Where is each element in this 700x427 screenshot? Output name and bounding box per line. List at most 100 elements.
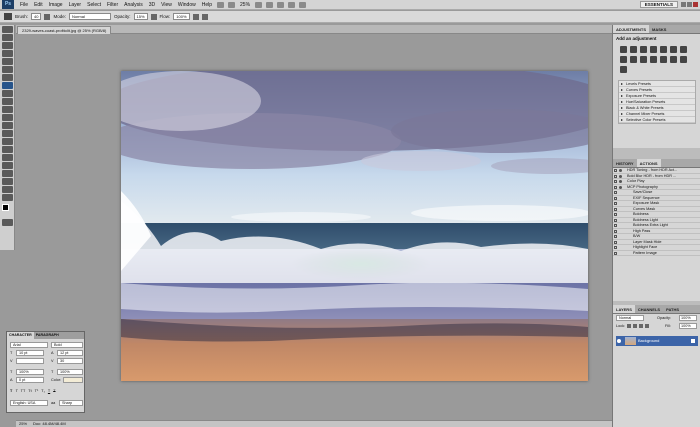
language-select[interactable]: English: USA (10, 400, 48, 406)
brush-size-picker[interactable]: 40 (31, 13, 42, 20)
baseline-shift-field[interactable]: 0 pt (16, 377, 44, 383)
layer-background[interactable]: Background (616, 336, 698, 346)
zoom-tool-icon[interactable] (266, 1, 274, 8)
blend-mode-select[interactable]: Normal (616, 315, 644, 321)
brush-tool-icon[interactable] (4, 13, 12, 20)
menu-select[interactable]: Select (84, 0, 104, 10)
crop-tool-icon[interactable] (1, 58, 13, 65)
marquee-tool-icon[interactable] (1, 34, 13, 41)
curves-icon[interactable] (640, 46, 647, 53)
kerning-field[interactable] (16, 358, 44, 364)
subscript-button[interactable]: T₁ (41, 389, 45, 393)
leading-field[interactable]: 12 pt (57, 350, 83, 356)
eraser-tool-icon[interactable] (1, 106, 13, 113)
screen-mode-icon[interactable] (299, 1, 307, 8)
status-zoom[interactable]: 25% (19, 421, 27, 427)
vertical-scale-field[interactable]: 100% (16, 369, 44, 375)
small-caps-button[interactable]: Tt (28, 389, 31, 393)
clone-stamp-tool-icon[interactable] (1, 90, 13, 97)
tab-channels[interactable]: CHANNELS (635, 305, 663, 313)
superscript-button[interactable]: T¹ (35, 389, 39, 393)
preset-selective-color[interactable]: Selective Color Presets (619, 117, 695, 123)
photo-filter-icon[interactable] (630, 56, 637, 63)
eye-icon[interactable] (617, 339, 621, 343)
menu-window[interactable]: Window (175, 0, 199, 10)
lock-all-icon[interactable] (645, 324, 649, 328)
tab-layers[interactable]: LAYERS (613, 305, 635, 313)
close-icon[interactable] (693, 2, 698, 7)
vibrance-icon[interactable] (660, 46, 667, 53)
selective-color-icon[interactable] (620, 66, 627, 73)
hand-tool-icon[interactable] (255, 1, 263, 8)
horizontal-scale-field[interactable]: 100% (57, 369, 83, 375)
font-size-field[interactable]: 10 pt (16, 350, 44, 356)
document-tab[interactable]: 2329-waves-coast-profitolit.jpg @ 25% (R… (17, 26, 112, 34)
brush-panel-icon[interactable] (44, 13, 51, 20)
threshold-icon[interactable] (670, 56, 677, 63)
opacity-field[interactable]: 15% (133, 13, 148, 20)
tab-adjustments[interactable]: ADJUSTMENTS (613, 25, 650, 33)
workspace-switcher[interactable]: ESSENTIALS (639, 1, 678, 8)
tab-paragraph[interactable]: PARAGRAPH (34, 332, 61, 339)
tab-history[interactable]: HISTORY (613, 159, 637, 167)
menu-filter[interactable]: Filter (104, 0, 121, 10)
invert-icon[interactable] (650, 56, 657, 63)
layer-opacity-field[interactable]: 100% (679, 315, 697, 321)
mode-select[interactable]: Normal (68, 13, 111, 20)
hand-tool-icon[interactable] (1, 186, 13, 193)
zoom-tool-icon[interactable] (1, 194, 13, 201)
exposure-icon[interactable] (650, 46, 657, 53)
text-color-swatch[interactable] (63, 377, 83, 383)
lasso-tool-icon[interactable] (1, 42, 13, 49)
zoom-level-menu[interactable]: 25% (237, 0, 253, 10)
color-balance-icon[interactable] (680, 46, 687, 53)
gradient-map-icon[interactable] (680, 56, 687, 63)
pen-tool-icon[interactable] (1, 138, 13, 145)
quick-select-tool-icon[interactable] (1, 50, 13, 57)
airbrush-icon[interactable] (192, 13, 199, 20)
rotate-view-icon[interactable] (277, 1, 285, 8)
bridge-icon[interactable] (217, 1, 225, 8)
menu-view[interactable]: View (158, 0, 175, 10)
tab-character[interactable]: CHARACTER (7, 332, 34, 339)
quick-mask-icon[interactable] (1, 219, 13, 226)
menu-layer[interactable]: Layer (66, 0, 85, 10)
move-tool-icon[interactable] (1, 26, 13, 33)
type-tool-icon[interactable] (1, 146, 13, 153)
underline-button[interactable]: T (48, 389, 50, 393)
faux-italic-button[interactable]: T (15, 389, 17, 393)
menu-file[interactable]: File (17, 0, 31, 10)
color-swatches[interactable] (0, 204, 14, 218)
minibridge-icon[interactable] (228, 1, 236, 8)
healing-tool-icon[interactable] (1, 74, 13, 81)
channel-mixer-icon[interactable] (640, 56, 647, 63)
action-item[interactable]: Pattern Image (613, 251, 700, 256)
posterize-icon[interactable] (660, 56, 667, 63)
faux-bold-button[interactable]: T (10, 389, 12, 393)
brightness-icon[interactable] (620, 46, 627, 53)
path-select-tool-icon[interactable] (1, 154, 13, 161)
flow-field[interactable]: 100% (173, 13, 190, 20)
gradient-tool-icon[interactable] (1, 114, 13, 121)
all-caps-button[interactable]: TT (21, 389, 26, 393)
blur-tool-icon[interactable] (1, 122, 13, 129)
tab-actions[interactable]: ACTIONS (636, 159, 661, 167)
black-white-icon[interactable] (620, 56, 627, 63)
eyedropper-tool-icon[interactable] (1, 66, 13, 73)
menu-edit[interactable]: Edit (31, 0, 46, 10)
lock-transparency-icon[interactable] (627, 324, 631, 328)
menu-3d[interactable]: 3D (146, 0, 158, 10)
tab-paths[interactable]: PATHS (663, 305, 682, 313)
3d-orbit-tool-icon[interactable] (1, 178, 13, 185)
hue-saturation-icon[interactable] (670, 46, 677, 53)
3d-rotate-tool-icon[interactable] (1, 170, 13, 177)
pressure-opacity-icon[interactable] (150, 13, 157, 20)
font-style-select[interactable]: Bold (51, 342, 83, 348)
menu-analysis[interactable]: Analysis (121, 0, 146, 10)
minimize-icon[interactable] (681, 2, 686, 7)
menu-help[interactable]: Help (199, 0, 215, 10)
fill-field[interactable]: 100% (679, 323, 697, 329)
lock-position-icon[interactable] (639, 324, 643, 328)
strikethrough-button[interactable]: T (53, 389, 55, 393)
menu-image[interactable]: Image (46, 0, 66, 10)
